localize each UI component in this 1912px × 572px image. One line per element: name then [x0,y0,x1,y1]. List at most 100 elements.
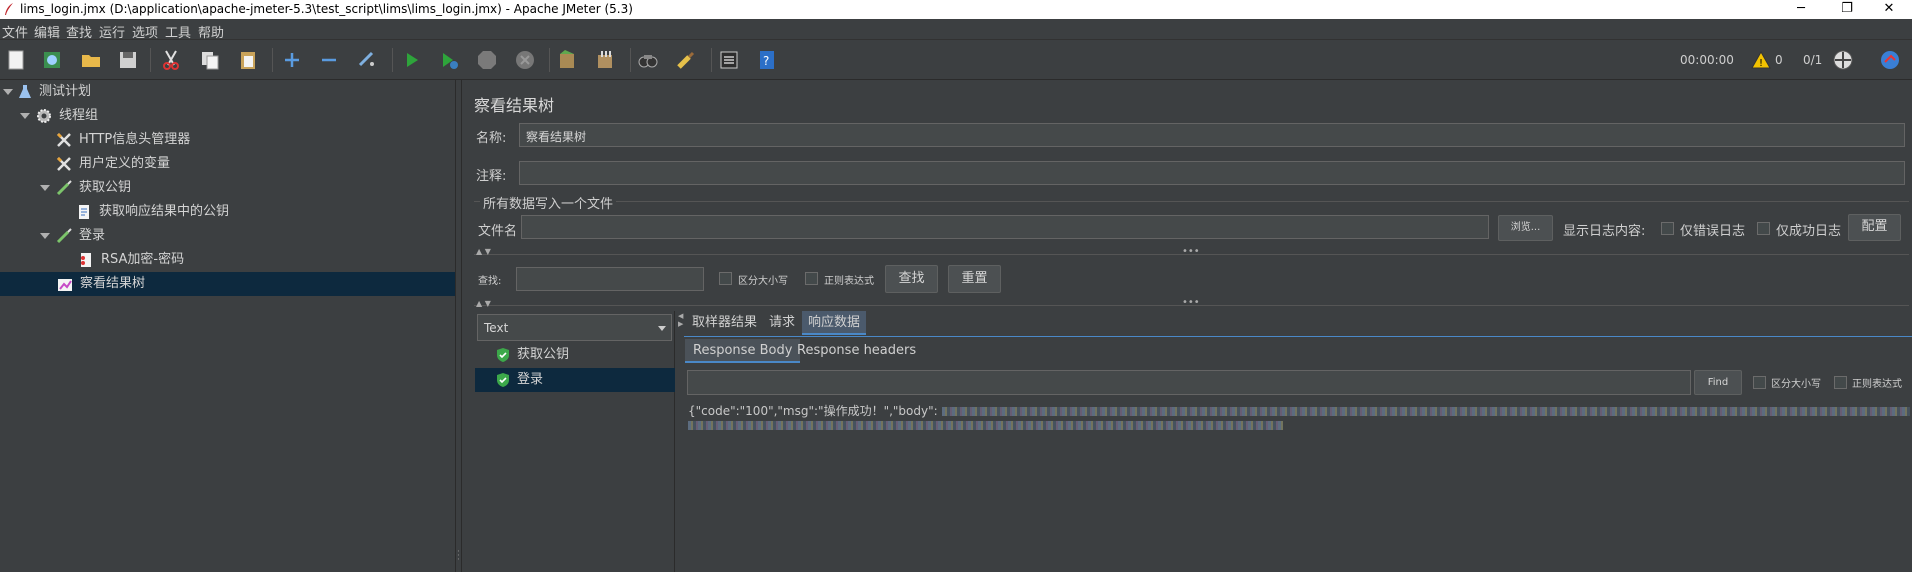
response-find-button[interactable]: Find [1694,370,1742,395]
success-only-label: 仅成功日志 [1776,224,1842,239]
menu-run[interactable]: 运行 [99,22,125,41]
tree-node-extract-public-key[interactable]: 获取响应结果中的公钥 [0,201,455,223]
close-button[interactable]: ✕ [1866,0,1912,19]
save-icon[interactable] [117,49,139,71]
menu-bar: 文件 编辑 查找 运行 选项 工具 帮助 [0,19,1912,41]
errors-only-checkbox[interactable] [1661,222,1674,235]
vertical-splitter[interactable]: · · · [455,80,462,572]
tab-response-body[interactable]: Response Body [685,339,801,363]
list-collapse-arrows[interactable]: ◀ ▶ [678,312,683,328]
extractor-icon [79,205,89,219]
tree-node-rsa-encrypt[interactable]: RSA加密-密码 [0,249,455,271]
tree-node-thread-group[interactable]: 线程组 [0,105,455,127]
tab-response-data[interactable]: 响应数据 [802,311,867,335]
regex-checkbox[interactable] [805,272,818,285]
sample-item[interactable]: 登录 [475,368,675,392]
elapsed-timer: 00:00:00 [1680,53,1734,67]
menu-file[interactable]: 文件 [2,22,28,41]
redacted-content [688,421,1283,430]
tree-node-get-public-key[interactable]: 获取公钥 [0,177,455,199]
jmeter-feather-icon [5,3,13,15]
comment-input[interactable] [519,161,1905,185]
config-tools-icon [56,156,71,171]
cut-icon[interactable] [160,49,182,71]
search-input[interactable] [516,267,704,291]
templates-icon[interactable] [41,49,63,71]
results-tree-panel: 察看结果树 名称: 察看结果树 注释: 所有数据写入一个文件 文件名 浏览...… [462,80,1912,572]
expand-icon[interactable] [281,49,303,71]
reset-button[interactable]: 重置 [948,265,1001,293]
collapse-arrows-2[interactable]: ▲ ▼ [476,299,491,308]
maximize-button[interactable]: ❐ [1824,0,1870,19]
renderer-select[interactable]: Text [477,314,672,341]
case-sensitive-checkbox[interactable] [719,272,732,285]
tree-node-view-results-tree[interactable]: 察看结果树 [0,272,455,296]
tree-node-test-plan[interactable]: 测试计划 [0,81,455,103]
window-title: lims_login.jmx (D:\application\apache-jm… [20,2,633,16]
renderer-value: Text [484,321,509,335]
response-regex-label: 正则表达式 [1852,379,1902,390]
panel-title: 察看结果树 [474,96,555,115]
menu-tools[interactable]: 工具 [165,22,191,41]
collapse-arrows[interactable]: ▲ ▼ [476,247,491,256]
success-shield-icon [497,348,509,362]
tree-node-login[interactable]: 登录 [0,225,455,247]
response-case-checkbox[interactable] [1753,376,1766,389]
toggle-icon[interactable] [356,49,378,71]
menu-edit[interactable]: 编辑 [34,22,60,41]
name-input[interactable]: 察看结果树 [519,123,1905,147]
chevron-down-icon [658,326,666,331]
menu-options[interactable]: 选项 [132,22,158,41]
splitter-grip[interactable]: ••• [1182,246,1200,257]
remote-engines-icon[interactable] [1832,49,1854,71]
stop-icon[interactable] [476,49,498,71]
splitter-grip-2[interactable]: ••• [1182,297,1200,308]
response-find-input[interactable] [687,370,1691,395]
reset-search-icon[interactable] [675,49,697,71]
menu-help[interactable]: 帮助 [198,22,224,41]
tab-request[interactable]: 请求 [763,311,801,335]
errors-only-label: 仅错误日志 [1680,224,1746,239]
preprocessor-icon [81,253,91,267]
test-plan-tree: 测试计划 线程组 HTTP信息头管理器 用户定义的变量 获取公钥 获取响应结果中… [0,80,455,572]
help-icon[interactable]: ? [756,49,778,71]
tree-node-http-header-manager[interactable]: HTTP信息头管理器 [0,129,455,151]
warning-count: 0 [1775,53,1783,67]
paste-icon[interactable] [237,49,259,71]
start-no-timers-icon[interactable] [438,49,460,71]
gear-icon [37,109,51,123]
success-only-checkbox[interactable] [1757,222,1770,235]
config-tools-icon [56,132,71,147]
search-icon[interactable] [637,49,659,71]
open-icon[interactable] [80,49,102,71]
response-regex-checkbox[interactable] [1834,376,1847,389]
filename-label: 文件名 [478,224,518,239]
menu-search[interactable]: 查找 [66,22,92,41]
configure-button[interactable]: 配置 [1848,214,1901,241]
tab-response-headers[interactable]: Response headers [791,339,922,363]
tree-node-user-variables[interactable]: 用户定义的变量 [0,153,455,175]
browse-button[interactable]: 浏览... [1498,215,1553,241]
function-helper-icon[interactable] [718,49,740,71]
clear-icon[interactable] [556,49,578,71]
minimize-button[interactable]: ─ [1778,0,1824,19]
name-label: 名称: [476,131,507,146]
warning-icon[interactable]: ! [1751,50,1771,70]
clear-all-icon[interactable] [594,49,616,71]
log-viewer-icon[interactable] [1879,49,1901,71]
sample-item[interactable]: 获取公钥 [475,344,675,366]
start-icon[interactable] [401,49,423,71]
sample-list-panel: Text 获取公钥 登录 [475,311,675,572]
collapse-icon[interactable] [318,49,340,71]
thread-count: 0/1 [1803,53,1823,67]
copy-icon[interactable] [199,49,221,71]
window-titlebar: lims_login.jmx (D:\application\apache-jm… [0,0,1912,19]
new-icon[interactable] [5,49,27,71]
tab-sampler-result[interactable]: 取样器结果 [686,311,763,335]
response-case-label: 区分大小写 [1771,379,1821,390]
find-button[interactable]: 查找 [885,265,938,293]
file-group-title: 所有数据写入一个文件 [480,193,617,212]
filename-input[interactable] [521,215,1489,239]
shutdown-icon[interactable] [514,49,536,71]
log-content-label: 显示日志内容: [1563,224,1646,239]
